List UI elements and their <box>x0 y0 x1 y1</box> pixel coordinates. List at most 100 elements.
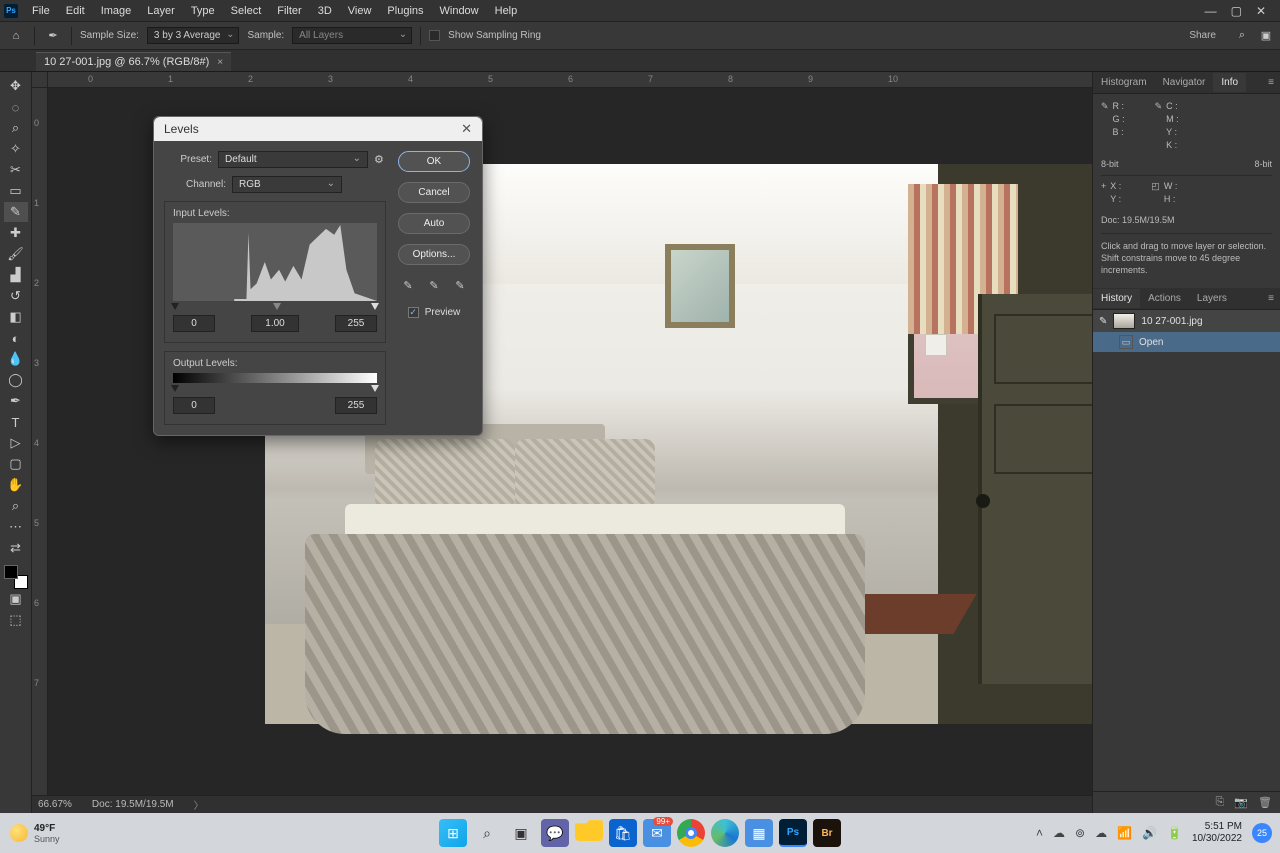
preview-checkbox[interactable]: ✓ <box>408 307 419 318</box>
taskbar-clock[interactable]: 5:51 PM 10/30/2022 <box>1192 821 1242 845</box>
auto-button[interactable]: Auto <box>398 213 470 234</box>
black-point-eyedropper[interactable]: ✎ <box>400 277 416 293</box>
taskbar-bridge[interactable]: Br <box>813 819 841 847</box>
menu-window[interactable]: Window <box>432 2 487 20</box>
menu-select[interactable]: Select <box>223 2 270 20</box>
window-maximize[interactable]: ▢ <box>1231 4 1242 18</box>
tray-wifi-icon[interactable]: 📶 <box>1117 826 1132 840</box>
more-tools[interactable]: ⋯ <box>4 517 28 537</box>
snapshot-icon[interactable]: 📷 <box>1234 796 1248 809</box>
menu-layer[interactable]: Layer <box>139 2 183 20</box>
tray-chevron-icon[interactable]: ˄ <box>1036 826 1043 840</box>
taskbar-chat[interactable]: 💬 <box>541 819 569 847</box>
blur-tool[interactable]: 💧 <box>4 349 28 369</box>
wand-tool[interactable]: ✧ <box>4 139 28 159</box>
fg-bg-swatch[interactable] <box>4 565 28 589</box>
document-tab[interactable]: 10 27-001.jpg @ 66.7% (RGB/8#) × <box>36 52 231 71</box>
taskbar-edge[interactable] <box>711 819 739 847</box>
screenmode-tool[interactable]: ⬚ <box>4 610 28 630</box>
gradient-tool[interactable]: ◐ <box>4 328 28 348</box>
menu-type[interactable]: Type <box>183 2 223 20</box>
lasso-tool[interactable]: ⌕ <box>4 118 28 138</box>
tab-history[interactable]: History <box>1093 289 1140 308</box>
close-tab-icon[interactable]: × <box>217 57 223 68</box>
menu-plugins[interactable]: Plugins <box>379 2 431 20</box>
tab-info[interactable]: Info <box>1213 73 1246 92</box>
zoom-level[interactable]: 66.67% <box>38 799 72 810</box>
marquee-tool[interactable]: ◌ <box>4 97 28 117</box>
panel-menu-icon[interactable]: ≡ <box>1262 293 1280 304</box>
edit-toolbar[interactable]: ⇄ <box>4 538 28 558</box>
tab-actions[interactable]: Actions <box>1140 289 1189 308</box>
menu-filter[interactable]: Filter <box>269 2 309 20</box>
crop-tool[interactable]: ✂ <box>4 160 28 180</box>
menu-3d[interactable]: 3D <box>310 2 340 20</box>
frame-tool[interactable]: ▭ <box>4 181 28 201</box>
status-caret-icon[interactable]: 〉 <box>194 797 204 812</box>
trash-icon[interactable]: 🗑 <box>1258 796 1272 809</box>
brush-tool[interactable]: 🖌 <box>4 244 28 264</box>
input-black-field[interactable]: 0 <box>173 315 215 332</box>
type-tool[interactable]: T <box>4 412 28 432</box>
tab-layers[interactable]: Layers <box>1189 289 1235 308</box>
home-icon[interactable]: ⌂ <box>6 30 26 42</box>
window-close[interactable]: ✕ <box>1256 4 1266 18</box>
share-button[interactable]: Share <box>1179 28 1226 43</box>
tray-weather-icon[interactable]: ☁ <box>1095 826 1107 840</box>
tool-preset-icon[interactable]: ✒ <box>43 29 63 42</box>
tray-volume-icon[interactable]: 🔊 <box>1142 826 1157 840</box>
taskbar-app[interactable]: ▦ <box>745 819 773 847</box>
dialog-close-icon[interactable]: ✕ <box>461 121 472 137</box>
history-brush-tool[interactable]: ↺ <box>4 286 28 306</box>
gray-point-eyedropper[interactable]: ✎ <box>426 277 442 293</box>
taskbar-photoshop[interactable]: Ps <box>779 819 807 847</box>
workspace-icon[interactable]: ▣ <box>1258 29 1274 42</box>
cancel-button[interactable]: Cancel <box>398 182 470 203</box>
input-white-field[interactable]: 255 <box>335 315 377 332</box>
taskbar-mail[interactable]: ✉99+ <box>643 819 671 847</box>
quickmask-tool[interactable]: ▣ <box>4 589 28 609</box>
white-point-eyedropper[interactable]: ✎ <box>452 277 468 293</box>
tray-onedrive-icon[interactable]: ☁ <box>1053 826 1065 840</box>
hand-tool[interactable]: ✋ <box>4 475 28 495</box>
input-gamma-field[interactable]: 1.00 <box>251 315 299 332</box>
move-tool[interactable]: ✥ <box>4 76 28 96</box>
history-state-open[interactable]: ▭ Open <box>1093 332 1280 352</box>
taskbar-explorer[interactable] <box>575 819 603 841</box>
sample-layers-select[interactable]: All Layers <box>292 27 412 44</box>
tray-battery-icon[interactable]: 🔋 <box>1167 826 1182 840</box>
sample-size-select[interactable]: 3 by 3 Average <box>147 27 240 44</box>
tray-cc-icon[interactable]: ⊚ <box>1075 826 1085 840</box>
status-doc-size[interactable]: Doc: 19.5M/19.5M <box>92 799 174 810</box>
panel-menu-icon[interactable]: ≡ <box>1262 77 1280 88</box>
menu-edit[interactable]: Edit <box>58 2 93 20</box>
menu-file[interactable]: File <box>24 2 58 20</box>
search-icon[interactable]: ⌕ <box>1234 29 1250 42</box>
tab-navigator[interactable]: Navigator <box>1155 73 1214 92</box>
histogram[interactable] <box>173 223 377 301</box>
preset-gear-icon[interactable]: ⚙ <box>374 153 386 166</box>
eraser-tool[interactable]: ◧ <box>4 307 28 327</box>
stamp-tool[interactable]: ▟ <box>4 265 28 285</box>
dodge-tool[interactable]: ◯ <box>4 370 28 390</box>
heal-tool[interactable]: ✚ <box>4 223 28 243</box>
preset-select[interactable]: Default <box>218 151 368 168</box>
history-snapshot[interactable]: ✎ 10 27-001.jpg <box>1093 310 1280 332</box>
eyedropper-tool[interactable]: ✎ <box>4 202 28 222</box>
taskbar-chrome[interactable] <box>677 819 705 847</box>
notification-badge[interactable]: 25 <box>1252 823 1272 843</box>
output-white-field[interactable]: 255 <box>335 397 377 414</box>
window-minimize[interactable]: — <box>1205 4 1217 18</box>
menu-help[interactable]: Help <box>487 2 526 20</box>
start-button[interactable]: ⊞ <box>439 819 467 847</box>
taskbar-search-icon[interactable]: ⌕ <box>473 819 501 847</box>
options-button[interactable]: Options... <box>398 244 470 265</box>
shape-tool[interactable]: ▢ <box>4 454 28 474</box>
pen-tool[interactable]: ✒ <box>4 391 28 411</box>
tab-histogram[interactable]: Histogram <box>1093 73 1155 92</box>
show-ring-checkbox[interactable] <box>429 30 440 41</box>
ok-button[interactable]: OK <box>398 151 470 172</box>
output-slider[interactable] <box>173 385 377 393</box>
new-doc-from-state-icon[interactable]: ⎘ <box>1216 796 1225 809</box>
weather-widget[interactable]: 49°F Sunny <box>0 823 60 844</box>
